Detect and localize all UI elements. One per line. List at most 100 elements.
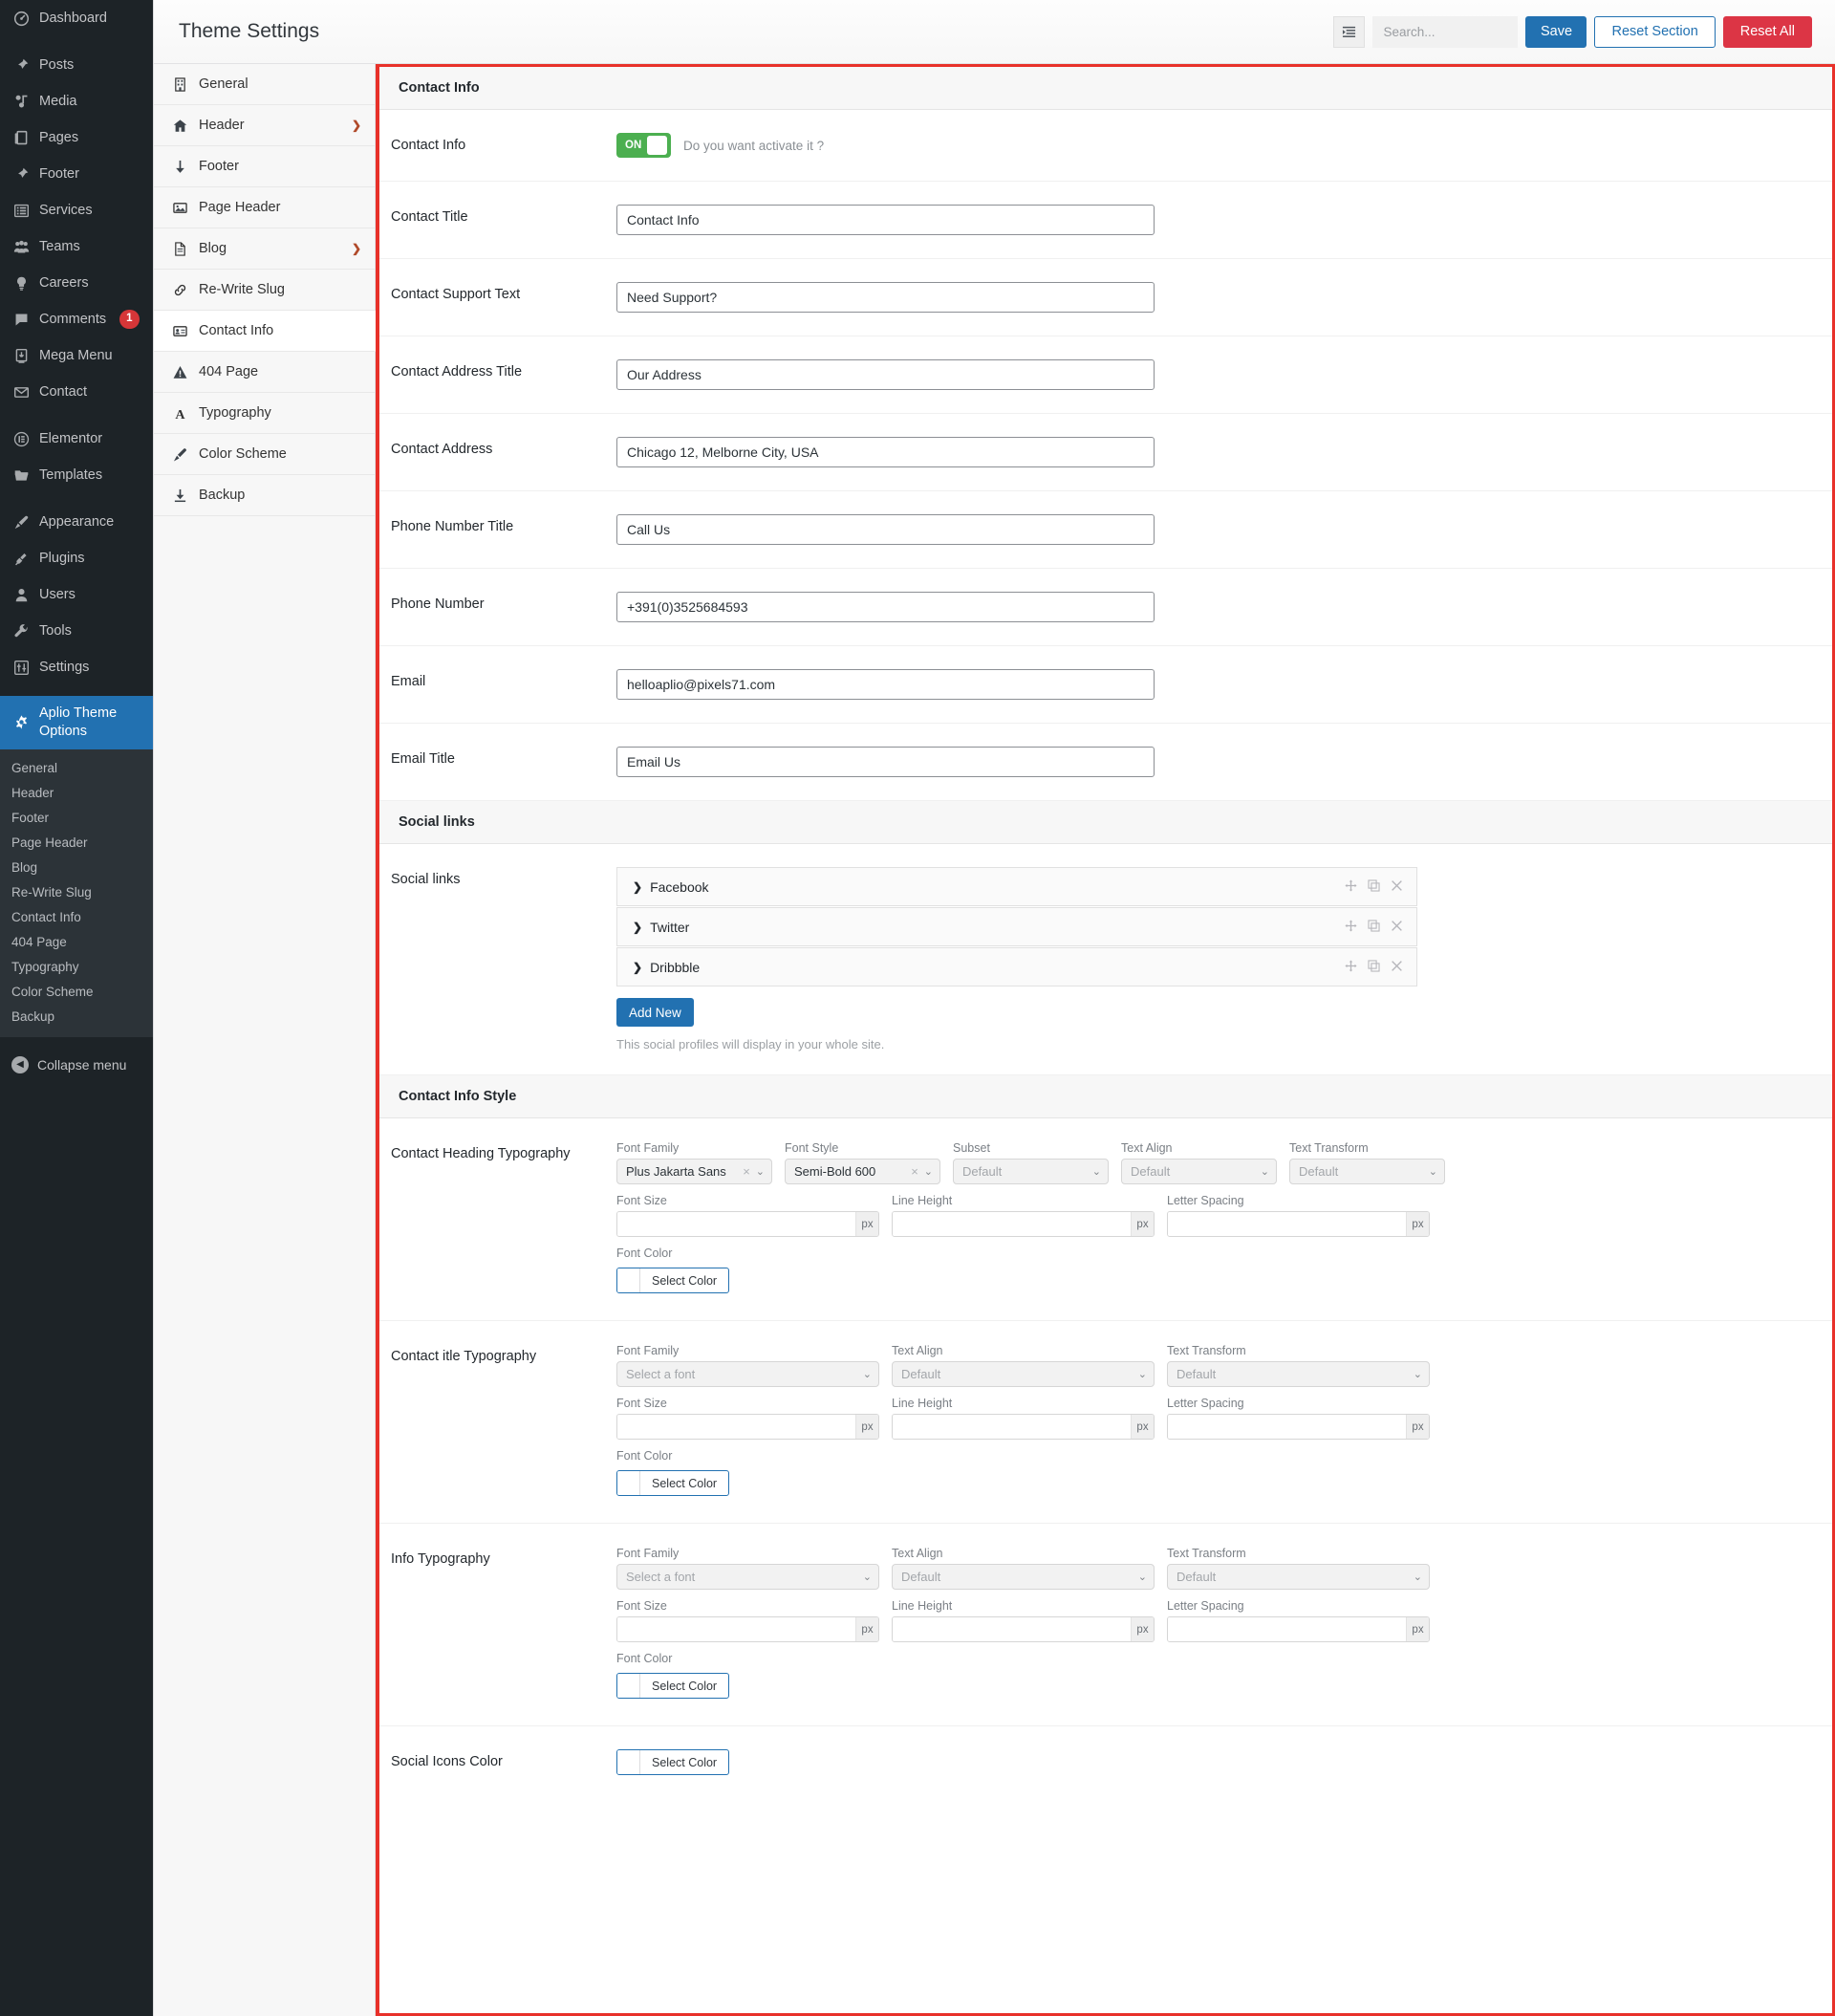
line-height-field-input[interactable] bbox=[893, 1617, 1131, 1641]
email-input[interactable] bbox=[616, 669, 1155, 700]
settings-tab-general[interactable]: General bbox=[154, 64, 375, 105]
sidebar-item-pages[interactable]: Pages bbox=[0, 119, 153, 156]
submenu-item-typography[interactable]: Typography bbox=[0, 955, 153, 980]
chevron-right-icon[interactable]: ❯ bbox=[633, 880, 642, 894]
duplicate-icon[interactable] bbox=[1368, 959, 1380, 975]
settings-tab-blog[interactable]: Blog ❯ bbox=[154, 228, 375, 270]
settings-tab-color-scheme[interactable]: Color Scheme bbox=[154, 434, 375, 475]
font-size-field-input[interactable] bbox=[617, 1415, 855, 1439]
contact-address-input[interactable] bbox=[616, 437, 1155, 467]
contact-info-toggle[interactable]: ON bbox=[616, 133, 671, 158]
sidebar-item-posts[interactable]: Posts bbox=[0, 47, 153, 83]
submenu-item-blog[interactable]: Blog bbox=[0, 856, 153, 880]
font-style-select[interactable]: Semi-Bold 600 × ⌄ bbox=[785, 1159, 940, 1184]
settings-tab-header[interactable]: Header ❯ bbox=[154, 105, 375, 146]
add-new-social-button[interactable]: Add New bbox=[616, 998, 694, 1027]
duplicate-icon[interactable] bbox=[1368, 878, 1380, 895]
font-size-field-input[interactable] bbox=[617, 1212, 855, 1236]
save-button[interactable]: Save bbox=[1525, 15, 1587, 48]
submenu-item-page-header[interactable]: Page Header bbox=[0, 831, 153, 856]
sidebar-item-footer[interactable]: Footer bbox=[0, 156, 153, 192]
font-family-select[interactable]: Select a font ⌄ bbox=[616, 1564, 879, 1590]
sidebar-item-dashboard[interactable]: Dashboard bbox=[0, 0, 153, 36]
settings-tab-typography[interactable]: A Typography bbox=[154, 393, 375, 434]
text-align-select[interactable]: Default ⌄ bbox=[1121, 1159, 1277, 1184]
submenu-item-re-write-slug[interactable]: Re-Write Slug bbox=[0, 880, 153, 905]
duplicate-icon[interactable] bbox=[1368, 919, 1380, 935]
font-family-select[interactable]: Select a font ⌄ bbox=[616, 1361, 879, 1387]
sidebar-item-media[interactable]: Media bbox=[0, 83, 153, 119]
letter-spacing-field[interactable]: px bbox=[1167, 1616, 1430, 1642]
move-icon[interactable] bbox=[1345, 959, 1357, 975]
font-size-field[interactable]: px bbox=[616, 1414, 879, 1440]
sidebar-item-services[interactable]: Services bbox=[0, 192, 153, 228]
clear-icon[interactable]: × bbox=[743, 1164, 750, 1179]
clear-icon[interactable]: × bbox=[911, 1164, 918, 1179]
sidebar-item-settings[interactable]: Settings bbox=[0, 649, 153, 685]
subset-select[interactable]: Default ⌄ bbox=[953, 1159, 1109, 1184]
social-link-row[interactable]: ❯ Facebook bbox=[616, 867, 1417, 906]
letter-spacing-field-input[interactable] bbox=[1168, 1212, 1406, 1236]
line-height-field[interactable]: px bbox=[892, 1211, 1155, 1237]
sidebar-item-teams[interactable]: Teams bbox=[0, 228, 153, 265]
sidebar-item-tools[interactable]: Tools bbox=[0, 613, 153, 649]
submenu-item-404-page[interactable]: 404 Page bbox=[0, 930, 153, 955]
font-size-field[interactable]: px bbox=[616, 1211, 879, 1237]
line-height-field-input[interactable] bbox=[893, 1415, 1131, 1439]
text-transform-select[interactable]: Default ⌄ bbox=[1167, 1564, 1430, 1590]
letter-spacing-field[interactable]: px bbox=[1167, 1414, 1430, 1440]
social-icons-color-picker[interactable]: Select Color bbox=[616, 1749, 730, 1775]
font-color-picker[interactable]: Select Color bbox=[616, 1268, 730, 1293]
expand-collapse-sections-button[interactable] bbox=[1333, 15, 1366, 48]
phone-number-input[interactable] bbox=[616, 592, 1155, 622]
font-size-field[interactable]: px bbox=[616, 1616, 879, 1642]
sidebar-item-comments[interactable]: Comments 1 bbox=[0, 301, 153, 337]
social-link-row[interactable]: ❯ Twitter bbox=[616, 907, 1417, 946]
chevron-right-icon[interactable]: ❯ bbox=[633, 961, 642, 974]
text-align-select[interactable]: Default ⌄ bbox=[892, 1564, 1155, 1590]
contact-support-text-input[interactable] bbox=[616, 282, 1155, 313]
phone-number-title-input[interactable] bbox=[616, 514, 1155, 545]
close-icon[interactable] bbox=[1391, 879, 1403, 895]
submenu-item-footer[interactable]: Footer bbox=[0, 806, 153, 831]
sidebar-item-aplio-theme-options[interactable]: Aplio Theme Options bbox=[0, 696, 153, 749]
submenu-item-backup[interactable]: Backup bbox=[0, 1005, 153, 1030]
line-height-field-input[interactable] bbox=[893, 1212, 1131, 1236]
sidebar-item-templates[interactable]: Templates bbox=[0, 457, 153, 493]
settings-tab-page-header[interactable]: Page Header bbox=[154, 187, 375, 228]
font-size-field-input[interactable] bbox=[617, 1617, 855, 1641]
contact-title-input[interactable] bbox=[616, 205, 1155, 235]
submenu-item-color-scheme[interactable]: Color Scheme bbox=[0, 980, 153, 1005]
submenu-item-general[interactable]: General bbox=[0, 756, 153, 781]
settings-tab-backup[interactable]: Backup bbox=[154, 475, 375, 516]
sidebar-item-plugins[interactable]: Plugins bbox=[0, 540, 153, 576]
font-family-select[interactable]: Plus Jakarta Sans × ⌄ bbox=[616, 1159, 772, 1184]
sidebar-item-elementor[interactable]: Elementor bbox=[0, 421, 153, 457]
contact-address-title-input[interactable] bbox=[616, 359, 1155, 390]
reset-section-button[interactable]: Reset Section bbox=[1594, 15, 1716, 48]
email-title-input[interactable] bbox=[616, 747, 1155, 777]
move-icon[interactable] bbox=[1345, 919, 1357, 935]
collapse-menu-button[interactable]: ◀ Collapse menu bbox=[0, 1045, 153, 1085]
sidebar-item-appearance[interactable]: Appearance bbox=[0, 504, 153, 540]
sidebar-item-careers[interactable]: Careers bbox=[0, 265, 153, 301]
font-color-picker[interactable]: Select Color bbox=[616, 1470, 730, 1496]
line-height-field[interactable]: px bbox=[892, 1616, 1155, 1642]
reset-all-button[interactable]: Reset All bbox=[1722, 15, 1812, 48]
settings-tab-re-write-slug[interactable]: Re-Write Slug bbox=[154, 270, 375, 311]
chevron-right-icon[interactable]: ❯ bbox=[633, 921, 642, 934]
search-input[interactable] bbox=[1372, 15, 1519, 48]
letter-spacing-field[interactable]: px bbox=[1167, 1211, 1430, 1237]
settings-tab-404-page[interactable]: 404 Page bbox=[154, 352, 375, 393]
social-link-row[interactable]: ❯ Dribbble bbox=[616, 947, 1417, 986]
settings-tab-footer[interactable]: Footer bbox=[154, 146, 375, 187]
sidebar-item-contact[interactable]: Contact bbox=[0, 374, 153, 410]
text-transform-select[interactable]: Default ⌄ bbox=[1289, 1159, 1445, 1184]
close-icon[interactable] bbox=[1391, 960, 1403, 975]
letter-spacing-field-input[interactable] bbox=[1168, 1415, 1406, 1439]
text-transform-select[interactable]: Default ⌄ bbox=[1167, 1361, 1430, 1387]
settings-tab-contact-info[interactable]: Contact Info bbox=[154, 311, 376, 352]
submenu-item-header[interactable]: Header bbox=[0, 781, 153, 806]
sidebar-item-users[interactable]: Users bbox=[0, 576, 153, 613]
font-color-picker[interactable]: Select Color bbox=[616, 1673, 730, 1699]
